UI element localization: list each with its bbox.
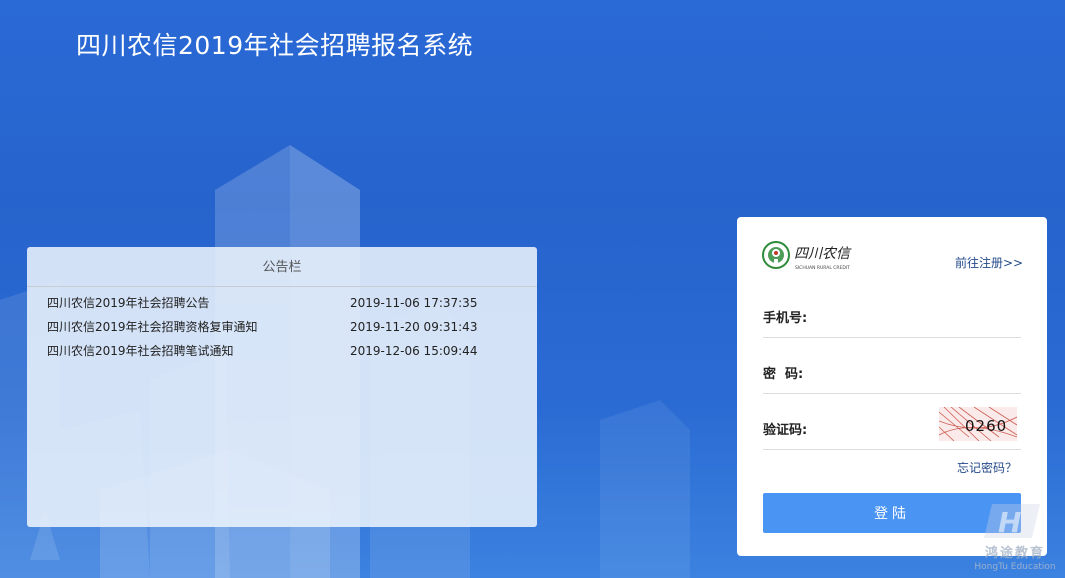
register-link[interactable]: 前往注册>> xyxy=(955,254,1023,271)
phone-label: 手机号: xyxy=(763,311,808,326)
logo-text: 四川农信 xyxy=(794,246,852,262)
notice-item-title[interactable]: 四川农信2019年社会招聘笔试通知 xyxy=(47,339,234,363)
captcha-image[interactable]: 0260 xyxy=(939,407,1017,441)
captcha-input[interactable] xyxy=(825,413,929,441)
phone-input[interactable] xyxy=(825,301,1015,329)
page-title: 四川农信2019年社会招聘报名系统 xyxy=(76,31,474,60)
notice-item-date: 2019-11-06 17:37:35 xyxy=(350,296,478,310)
rural-credit-emblem-icon xyxy=(762,241,790,269)
hongtu-logo-icon: H xyxy=(984,504,1040,539)
password-label: 密 码: xyxy=(763,367,804,382)
watermark-subtitle: HongTu Education xyxy=(974,562,1056,572)
notice-item-title[interactable]: 四川农信2019年社会招聘资格复审通知 xyxy=(47,315,258,339)
logo-subtext: SICHUAN RURAL CREDIT xyxy=(795,265,850,271)
brand-logo: 四川农信 SICHUAN RURAL CREDIT xyxy=(762,241,852,271)
svg-text:H: H xyxy=(998,506,1021,539)
captcha-text: 0260 xyxy=(965,417,1007,435)
notice-list: 四川农信2019年社会招聘公告 2019-11-06 17:37:35 四川农信… xyxy=(27,287,537,363)
notice-item[interactable]: 四川农信2019年社会招聘笔试通知 2019-12-06 15:09:44 xyxy=(27,339,537,363)
captcha-row: 验证码: 0260 xyxy=(763,405,1021,450)
notice-item[interactable]: 四川农信2019年社会招聘资格复审通知 2019-11-20 09:31:43 xyxy=(27,315,537,339)
notice-board-title: 公告栏 xyxy=(27,247,537,287)
notice-item-date: 2019-12-06 15:09:44 xyxy=(350,344,478,358)
notice-board: 公告栏 四川农信2019年社会招聘公告 2019-11-06 17:37:35 … xyxy=(27,247,537,527)
notice-item[interactable]: 四川农信2019年社会招聘公告 2019-11-06 17:37:35 xyxy=(27,291,537,315)
phone-row: 手机号: xyxy=(763,293,1021,338)
forgot-password-link[interactable]: 忘记密码？ xyxy=(957,459,1017,476)
captcha-label: 验证码: xyxy=(763,423,808,438)
watermark: H 鸿途教育 HongTu Education xyxy=(970,498,1060,576)
notice-item-date: 2019-11-20 09:31:43 xyxy=(350,320,478,334)
password-input[interactable] xyxy=(825,357,1015,385)
password-row: 密 码: xyxy=(763,349,1021,394)
notice-item-title[interactable]: 四川农信2019年社会招聘公告 xyxy=(47,291,210,315)
watermark-name: 鸿途教育 xyxy=(984,546,1045,561)
